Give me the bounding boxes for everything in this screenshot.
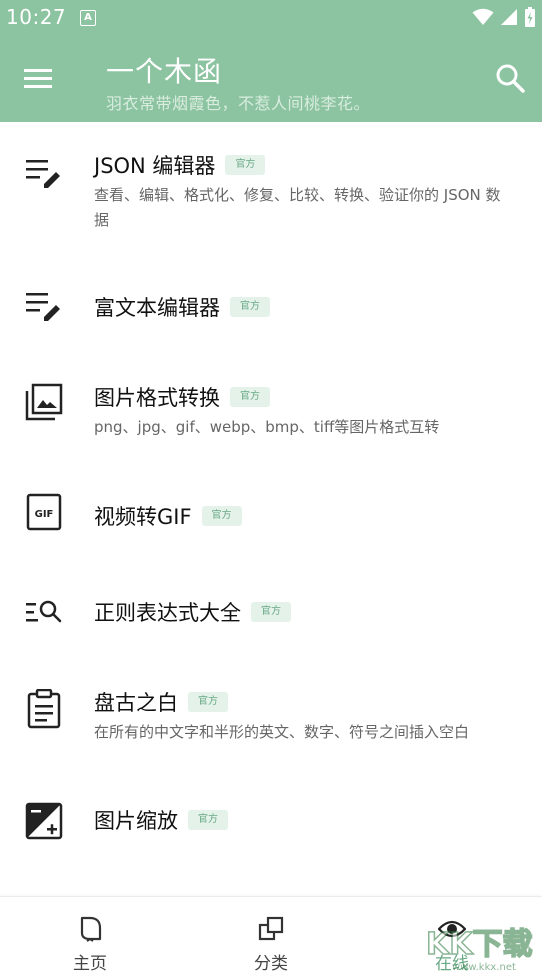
nav-label: 在线 [435,954,469,974]
nav-category[interactable]: 分类 [181,897,361,975]
edit-notes-icon [26,293,60,321]
official-badge: 官方 [230,387,270,407]
list-item[interactable]: 图片格式转换 官方 png、jpg、gif、webp、bmp、tiff等图片格式… [0,352,542,477]
item-title: 图片缩放 [94,809,178,833]
nav-label: 主页 [73,954,107,974]
item-title: 图片格式转换 [94,386,220,410]
official-badge: 官方 [188,810,228,830]
battery-icon [525,7,535,27]
list-item[interactable]: 富文本编辑器 官方 [0,262,542,352]
app-subtitle: 羽衣常带烟霞色，不惹人间桃李花。 [106,94,371,113]
clipboard-list-icon [27,689,61,729]
nav-online[interactable]: 在线 [362,897,542,975]
official-badge: 官方 [188,692,228,712]
notification-app-icon: A [80,10,96,26]
home-icon [80,916,102,942]
app-header: 10:27 A 一个木函 羽衣常带烟霞色，不惹人间桃李花。 [0,0,542,122]
item-title: 盘古之白 [94,691,178,715]
item-title: JSON 编辑器 [94,154,216,178]
menu-icon[interactable] [18,60,58,100]
eye-icon [438,920,466,938]
item-title: 富文本编辑器 [94,296,220,320]
list-item[interactable]: 盘古之白 官方 在所有的中文字和半形的英文、数字、符号之间插入空白 [0,677,542,797]
item-description: 在所有的中文字和半形的英文、数字、符号之间插入空白 [94,723,470,741]
edit-notes-icon [26,160,60,188]
list-item[interactable]: JSON 编辑器 官方 查看、编辑、格式化、修复、比较、转换、验证你的 JSON… [0,122,542,262]
photo-library-icon [25,383,63,421]
search-icon[interactable] [492,60,528,96]
item-description: png、jpg、gif、webp、bmp、tiff等图片格式互转 [94,418,440,436]
status-bar: 10:27 A [0,0,542,36]
nav-label: 分类 [254,954,288,974]
item-description: 查看、编辑、格式化、修复、比较、转换、验证你的 JSON 数据 [94,186,501,229]
app-title: 一个木函 [106,55,223,88]
svg-text:GIF: GIF [35,509,54,520]
bottom-navigation: 主页 分类 在线 [0,896,542,975]
official-badge: 官方 [225,155,266,175]
status-icons [472,6,536,28]
wifi-icon [472,8,494,25]
cell-signal-icon [501,9,517,25]
item-title: 视频转GIF [94,505,192,529]
official-badge: 官方 [230,297,270,317]
official-badge: 官方 [201,506,242,526]
list-item[interactable]: 图片缩放 官方 [0,797,542,897]
gif-icon: GIF [26,493,62,531]
list-search-icon [26,600,62,623]
list-item[interactable]: GIF 视频转GIF 官方 [0,477,542,577]
nav-home[interactable]: 主页 [0,897,180,975]
official-badge: 官方 [251,602,291,622]
item-title: 正则表达式大全 [94,601,241,625]
list-item[interactable]: 正则表达式大全 官方 [0,577,542,677]
category-icon [258,916,284,941]
exposure-icon [25,802,63,840]
status-time: 10:27 [6,5,67,29]
